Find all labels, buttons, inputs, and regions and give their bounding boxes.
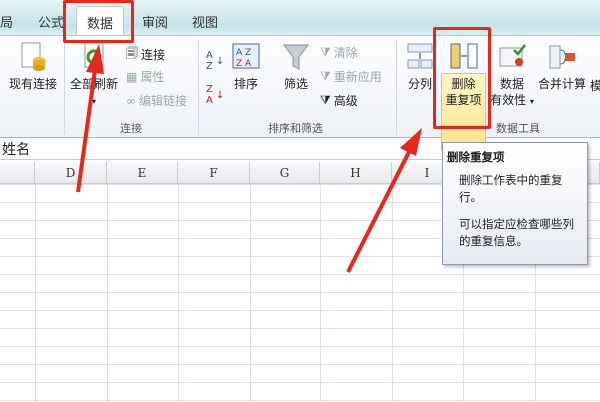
red-arrow-icon: [346, 128, 422, 273]
red-arrow-icon: [76, 44, 104, 193]
annotation-arrows: [76, 44, 422, 273]
